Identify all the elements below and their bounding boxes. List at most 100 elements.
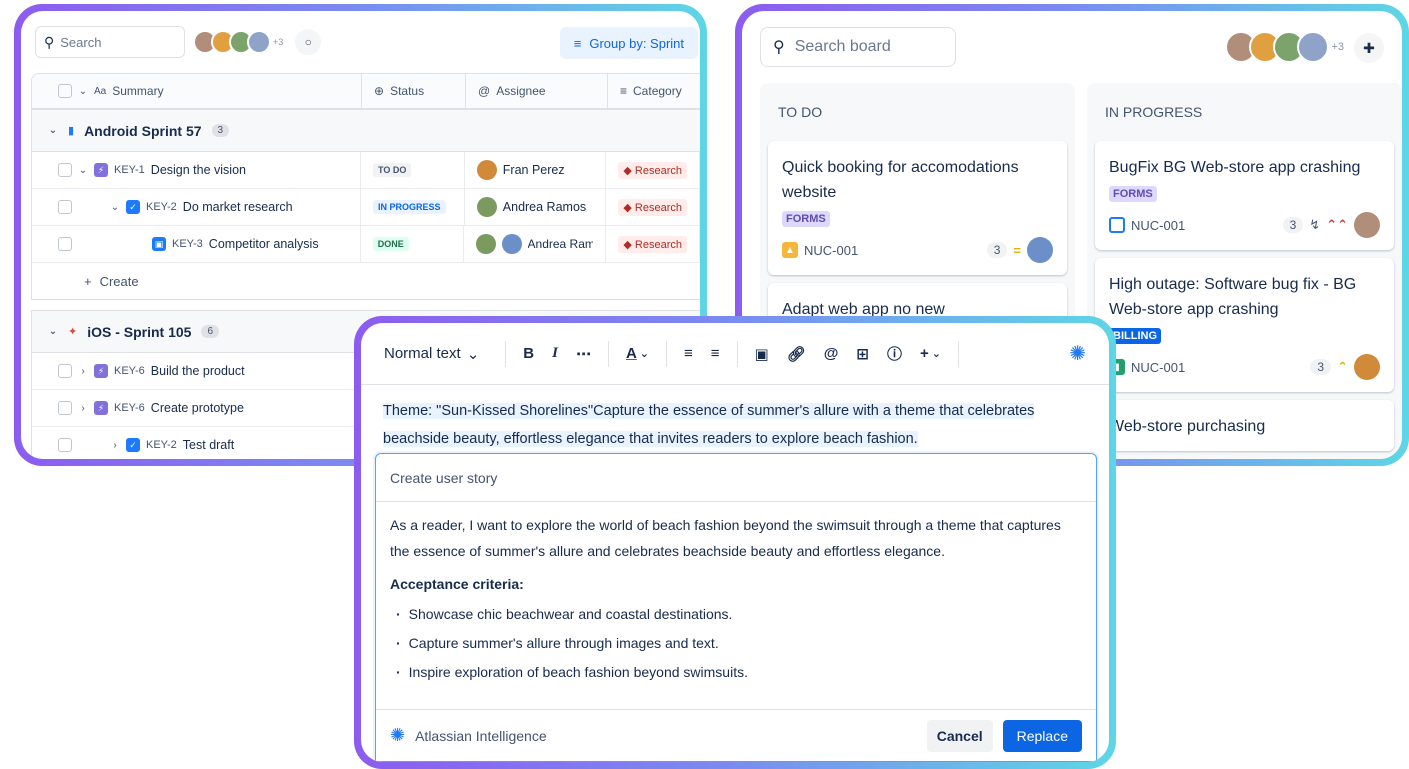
- info-button[interactable]: ⓘ: [878, 343, 911, 364]
- issue-key[interactable]: KEY-1: [114, 164, 145, 176]
- assignee-name[interactable]: Fran Perez: [503, 163, 565, 177]
- issue-key[interactable]: KEY-2: [146, 201, 177, 213]
- text-type-icon: Aa: [94, 85, 107, 97]
- team-avatars[interactable]: +3: [193, 30, 283, 54]
- category-tag[interactable]: ◆ Research: [618, 198, 687, 216]
- action-item-button[interactable]: ▣: [746, 345, 778, 363]
- group-by-button[interactable]: ≡ Group by: Sprint: [559, 27, 698, 59]
- issue-key[interactable]: KEY-6: [114, 402, 145, 414]
- category-header[interactable]: ≡ Category: [608, 74, 700, 108]
- chevron-right-icon[interactable]: ›: [78, 366, 88, 377]
- board-search-input[interactable]: ⚲ Search board: [760, 27, 956, 67]
- issue-key[interactable]: KEY-2: [146, 439, 177, 451]
- card-key[interactable]: NUC-001: [804, 243, 858, 258]
- chevron-down-icon[interactable]: ⌄: [48, 125, 58, 136]
- ai-footer: ✺ Atlassian Intelligence Cancel Replace: [376, 709, 1096, 761]
- status-badge[interactable]: DONE: [372, 237, 409, 251]
- user-filter-button[interactable]: ○: [295, 29, 322, 55]
- summary-header[interactable]: ⌄ Aa Summary: [32, 74, 362, 108]
- issue-key[interactable]: KEY-6: [114, 365, 145, 377]
- italic-button[interactable]: I: [543, 345, 567, 362]
- card-label[interactable]: FORMS: [1109, 186, 1157, 202]
- cancel-button[interactable]: Cancel: [926, 719, 993, 752]
- board-card[interactable]: Quick booking for accomodations website …: [768, 141, 1067, 275]
- ai-prompt[interactable]: Create user story: [376, 454, 1096, 502]
- category-tag[interactable]: ◆ Research: [618, 161, 687, 179]
- table-button[interactable]: ⊞: [847, 345, 878, 363]
- row-checkbox[interactable]: [58, 163, 72, 177]
- issue-title[interactable]: Competitor analysis: [209, 237, 319, 251]
- issue-title[interactable]: Build the product: [151, 364, 245, 378]
- avatar-count: +3: [1331, 41, 1344, 53]
- table-header: ⌄ Aa Summary ⊕ Status @ Assignee ≡ Categ…: [31, 73, 700, 109]
- story-points: 3: [986, 242, 1008, 258]
- at-icon: @: [823, 345, 839, 362]
- board-card[interactable]: High outage: Software bug fix - BG Web-s…: [1095, 258, 1394, 392]
- more-formatting-button[interactable]: ⋯: [567, 345, 600, 363]
- status-header[interactable]: ⊕ Status: [362, 74, 466, 108]
- board-card[interactable]: Web-store purchasing: [1095, 400, 1394, 451]
- ai-button[interactable]: ✺: [1060, 341, 1095, 366]
- chevron-right-icon[interactable]: ›: [78, 403, 88, 414]
- assignee-name[interactable]: Andrea Ramos: [503, 200, 586, 214]
- table-row[interactable]: ⌄ ✓ KEY-2 Do market research IN PROGRESS…: [32, 189, 700, 226]
- ai-sparkle-icon: ✺: [390, 725, 406, 745]
- link-button[interactable]: 🔗︎: [778, 345, 815, 363]
- team-avatars[interactable]: +3: [1225, 31, 1344, 63]
- issue-title[interactable]: Design the vision: [151, 163, 246, 177]
- sprint-count: 3: [211, 124, 230, 137]
- chevron-down-icon[interactable]: ⌄: [78, 86, 88, 97]
- search-icon: ⚲: [44, 33, 55, 50]
- row-checkbox[interactable]: [58, 438, 72, 452]
- insert-button[interactable]: + ⌄: [911, 345, 950, 362]
- chevron-down-icon[interactable]: ⌄: [78, 165, 88, 176]
- row-checkbox[interactable]: [58, 401, 72, 415]
- board-card[interactable]: BugFix BG Web-store app crashing FORMS N…: [1095, 141, 1394, 250]
- list-search-input[interactable]: ⚲ Search: [35, 26, 185, 58]
- numbered-list-button[interactable]: ≡: [702, 345, 729, 362]
- column-title: TO DO: [778, 104, 823, 120]
- mention-button[interactable]: @: [815, 345, 848, 362]
- avatar-count: +3: [273, 37, 284, 47]
- replace-button[interactable]: Replace: [1002, 719, 1082, 752]
- table-row[interactable]: ⌄ ⚡ KEY-1 Design the vision TO DO Fran P…: [32, 152, 700, 189]
- select-all-checkbox[interactable]: [58, 84, 72, 98]
- issue-title[interactable]: Test draft: [183, 438, 234, 452]
- bold-button[interactable]: B: [514, 345, 543, 362]
- sprint-group-header[interactable]: ⌄ ▮ Android Sprint 57 3: [32, 110, 700, 152]
- card-label[interactable]: FORMS: [782, 211, 830, 227]
- row-checkbox[interactable]: [58, 200, 72, 214]
- issue-key[interactable]: KEY-3: [172, 238, 203, 250]
- text-style-dropdown[interactable]: Normal text ⌄: [375, 345, 497, 363]
- status-badge[interactable]: IN PROGRESS: [373, 200, 446, 214]
- add-user-button[interactable]: ✚: [1354, 33, 1384, 63]
- task-icon: ✓: [126, 200, 140, 214]
- card-label[interactable]: BILLING: [1109, 328, 1161, 344]
- task-icon: ✓: [126, 438, 140, 452]
- issue-title[interactable]: Do market research: [183, 200, 293, 214]
- assignee-name[interactable]: Andrea Ram: [528, 237, 594, 251]
- card-key[interactable]: NUC-001: [1131, 360, 1185, 375]
- issue-title[interactable]: Create prototype: [151, 401, 244, 415]
- chevron-down-icon: ⌄: [639, 348, 650, 360]
- chevron-down-icon[interactable]: ⌄: [48, 326, 58, 337]
- text-color-button[interactable]: A ⌄: [617, 345, 658, 362]
- checkbox-icon: ▣: [754, 345, 769, 363]
- row-checkbox[interactable]: [58, 237, 72, 251]
- assignee-header[interactable]: @ Assignee: [466, 74, 608, 108]
- create-issue-button[interactable]: + Create: [32, 263, 700, 299]
- status-badge[interactable]: TO DO: [373, 163, 412, 177]
- card-key[interactable]: NUC-001: [1131, 218, 1185, 233]
- table-row[interactable]: ▣ KEY-3 Competitor analysis DONE Andrea …: [32, 226, 700, 263]
- bullet-list-button[interactable]: ≡: [675, 345, 702, 362]
- row-checkbox[interactable]: [58, 364, 72, 378]
- column-title: IN PROGRESS: [1105, 104, 1203, 120]
- chevron-down-icon[interactable]: ⌄: [110, 202, 120, 213]
- board-toolbar: ⚲ Search board +3 ✚: [742, 11, 1402, 83]
- category-tag[interactable]: ◆ Research: [618, 235, 687, 253]
- chevron-right-icon[interactable]: ›: [110, 440, 120, 451]
- sprint-group: ⌄ ▮ Android Sprint 57 3 ⌄ ⚡ KEY-1 Design…: [31, 109, 700, 300]
- selected-paragraph[interactable]: Theme: "Sun-Kissed Shorelines"Capture th…: [383, 397, 1099, 453]
- avatar: [501, 234, 522, 254]
- avatar: [1354, 354, 1380, 380]
